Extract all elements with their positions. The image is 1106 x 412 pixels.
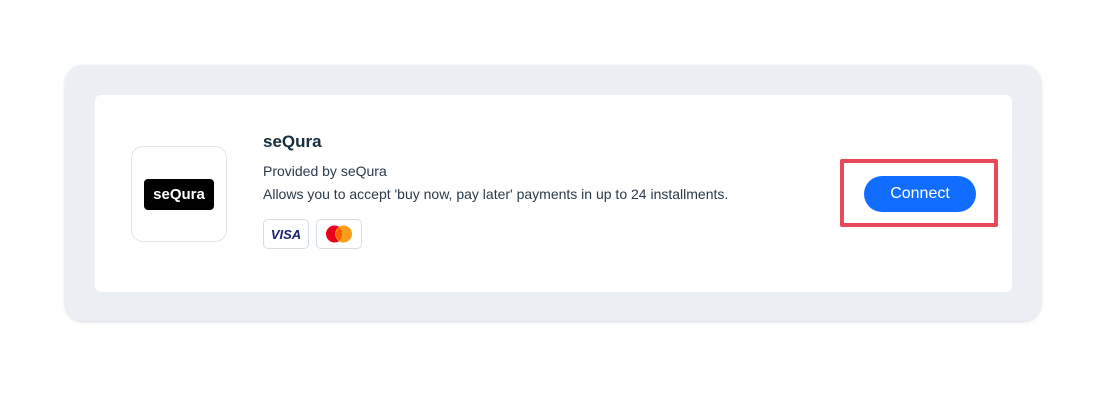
provider-logo: seQura xyxy=(131,146,227,242)
svg-text:VISA: VISA xyxy=(271,227,301,241)
sequra-logo: seQura xyxy=(144,178,214,210)
mastercard-icon xyxy=(316,219,362,249)
svg-text:seQura: seQura xyxy=(153,186,205,203)
payment-methods-list: VISA xyxy=(263,219,728,249)
payment-provider-panel: seQura seQura Provided by seQura Allows … xyxy=(65,65,1041,321)
provider-description: Allows you to accept 'buy now, pay later… xyxy=(263,186,729,202)
connect-button[interactable]: Connect xyxy=(864,176,976,212)
visa-icon: VISA xyxy=(263,219,309,249)
payment-provider-card: seQura seQura Provided by seQura Allows … xyxy=(95,95,1012,292)
provided-by-text: Provided by seQura xyxy=(263,163,387,179)
sequra-logo-wordmark: seQura xyxy=(153,186,205,203)
provider-info: seQura Provided by seQura Allows you to … xyxy=(263,131,728,249)
provider-title: seQura xyxy=(263,132,322,151)
